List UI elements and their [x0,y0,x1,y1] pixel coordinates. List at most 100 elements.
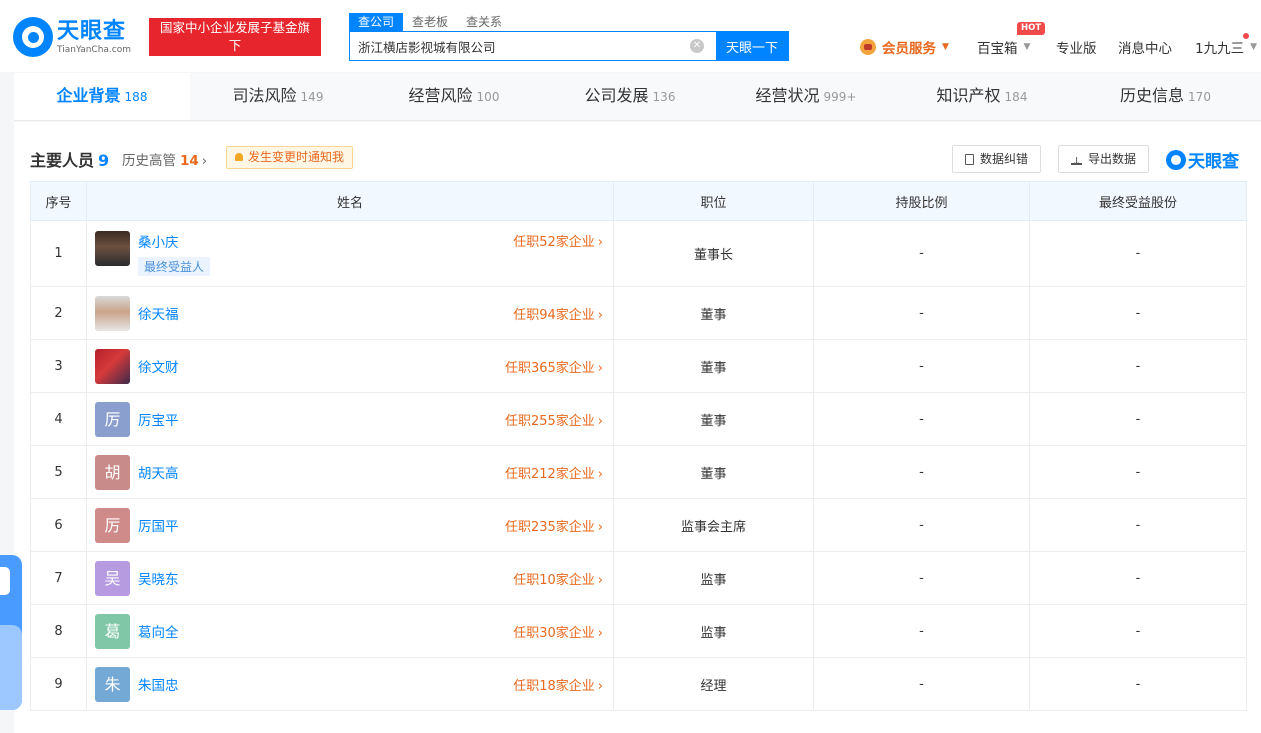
tab-count: 100 [476,90,500,104]
positions-link[interactable]: 任职30家企业 › [513,622,603,641]
row-seq: 4 [30,392,87,446]
person-name-link[interactable]: 厉宝平 [138,409,179,429]
download-icon [1071,149,1082,175]
row-share: - [813,657,1030,711]
col-position: 职位 [613,181,814,221]
logo-domain: TianYanCha.com [57,44,132,55]
positions-link[interactable]: 任职255家企业 › [505,410,603,429]
tab-judicial-risk[interactable]: 司法风险 149 [190,73,366,120]
row-name-cell: 吴吴晓东 任职10家企业 › [86,551,614,605]
search-tab-company[interactable]: 查公司 [349,13,404,31]
clear-icon[interactable]: ✕ [690,39,704,53]
site-logo[interactable]: 天眼查 TianYanCha.com [13,17,131,57]
export-label: 导出数据 [1088,152,1137,166]
positions-link[interactable]: 任职10家企业 › [513,569,603,588]
chevron-right-icon: › [597,360,603,376]
row-position: 董事 [613,445,814,499]
row-seq: 8 [30,604,87,658]
section-title: 主要人员 9 [30,147,109,171]
avatar[interactable]: 厉 [95,507,130,543]
correction-label: 数据纠错 [980,152,1029,166]
history-executives-link[interactable]: 历史高管 14 › [122,149,207,169]
avatar[interactable] [95,348,130,384]
row-name-cell: 厉厉国平 任职235家企业 › [86,498,614,552]
tab-count: 136 [652,90,676,104]
search-input[interactable] [350,32,690,60]
person-name-link[interactable]: 徐天福 [138,303,179,323]
beneficiary-tag: 最终受益人 [138,257,211,276]
person-name-link[interactable]: 胡天高 [138,462,179,482]
person-name-link[interactable]: 朱国忠 [138,674,179,694]
chevron-right-icon: › [597,235,603,250]
logo-eye-icon [1166,149,1186,170]
table-row: 2 徐天福 任职94家企业 › 董事 - - [30,286,1247,340]
positions-link[interactable]: 任职212家企业 › [505,463,603,482]
person-name-link[interactable]: 吴晓东 [138,568,179,588]
row-benefit: - [1029,392,1247,446]
positions-link[interactable]: 任职94家企业 › [513,304,603,323]
vip-service-menu[interactable]: 会员服务 ▼ [860,37,949,57]
table-row: 1 桑小庆 最终受益人 任职52家企业 › 董事长 - - [30,220,1247,287]
tab-count: 999+ [823,90,857,104]
treasure-box-menu[interactable]: 百宝箱 ▼ [977,37,1030,57]
tab-label: 历史信息 [1120,86,1185,105]
row-benefit: - [1029,498,1247,552]
row-name-cell: 胡胡天高 任职212家企业 › [86,445,614,499]
pro-version-link[interactable]: 专业版 [1056,37,1097,57]
data-correction-button[interactable]: 数据纠错 [952,145,1042,173]
tab-label: 公司发展 [584,86,649,105]
search-box: ✕ 天眼一下 [349,31,789,61]
table-row: 7 吴吴晓东 任职10家企业 › 监事 - - [30,551,1247,605]
export-data-button[interactable]: 导出数据 [1058,145,1150,175]
tab-label: 司法风险 [232,86,297,105]
message-center-link[interactable]: 消息中心 [1118,37,1172,57]
user-menu[interactable]: 1九九三 ▼ [1195,37,1257,57]
avatar[interactable]: 葛 [95,613,130,649]
key-personnel-card: 主要人员9 历史高管14› 发生变更时通知我 数据纠错 导出数据 天眼查 序号 … [14,122,1261,733]
person-name-link[interactable]: 桑小庆 [138,231,210,251]
search-button[interactable]: 天眼一下 [716,32,788,60]
row-name-cell: 徐天福 任职94家企业 › [86,286,614,340]
row-seq: 5 [30,445,87,499]
row-seq: 2 [30,286,87,340]
avatar[interactable]: 朱 [95,666,130,702]
chevron-down-icon: ▼ [1023,42,1031,52]
avatar[interactable] [95,231,130,266]
row-seq: 7 [30,551,87,605]
positions-link[interactable]: 任职365家企业 › [505,357,603,376]
avatar[interactable] [95,295,130,331]
tab-history-info[interactable]: 历史信息 170 [1070,73,1261,120]
tab-count: 188 [124,90,148,104]
side-widget-icon [0,567,10,595]
positions-link[interactable]: 任职235家企业 › [505,516,603,535]
chevron-down-icon: ▼ [942,42,949,52]
tab-operating-risk[interactable]: 经营风险 100 [366,73,542,120]
personnel-table: 序号 姓名 职位 持股比例 最终受益股份 1 桑小庆 最终受益人 任职52家企业… [30,181,1247,711]
chevron-right-icon: › [597,413,603,429]
row-share: - [813,604,1030,658]
avatar[interactable]: 厉 [95,401,130,437]
search-tab-boss[interactable]: 查老板 [403,13,457,31]
tab-intellectual-property[interactable]: 知识产权 184 [894,73,1070,120]
side-widget-panel[interactable] [0,625,22,710]
positions-link[interactable]: 任职52家企业 › [513,231,603,250]
positions-label: 任职255家企业 [504,413,595,429]
notify-change-button[interactable]: 发生变更时通知我 [226,146,354,169]
tab-company-development[interactable]: 公司发展 136 [542,73,718,120]
tab-operating-status[interactable]: 经营状况 999+ [718,73,894,120]
person-name-link[interactable]: 葛向全 [138,621,179,641]
search-tab-relation[interactable]: 查关系 [457,13,511,31]
table-row: 3 徐文财 任职365家企业 › 董事 - - [30,339,1247,393]
row-benefit: - [1029,286,1247,340]
hot-badge: HOT [1017,22,1046,35]
positions-link[interactable]: 任职18家企业 › [513,675,603,694]
tab-company-background[interactable]: 企业背景 188 [14,73,190,120]
person-name-link[interactable]: 厉国平 [138,515,179,535]
history-count: 14 [180,153,199,169]
row-position: 监事 [613,551,814,605]
person-name-link[interactable]: 徐文财 [138,356,179,376]
avatar[interactable]: 胡 [95,454,130,490]
floating-side-widget[interactable] [0,555,22,710]
document-icon [965,153,974,165]
avatar[interactable]: 吴 [95,560,130,596]
